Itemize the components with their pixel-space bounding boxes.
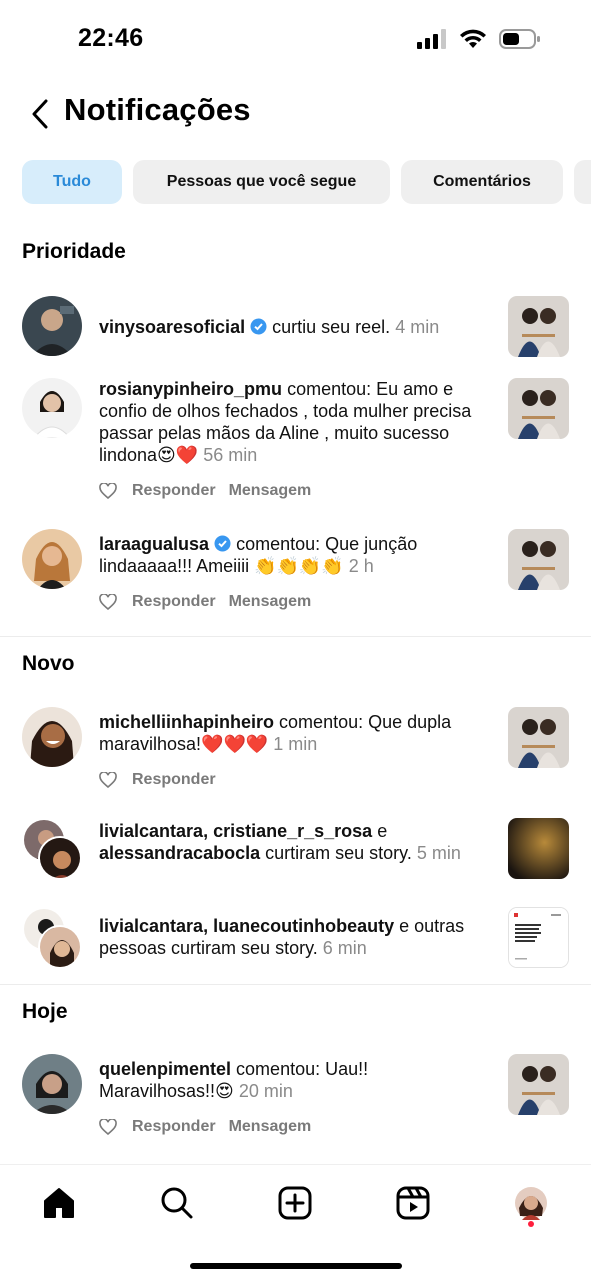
reply-button[interactable]: Responder — [132, 1118, 216, 1136]
avatar[interactable] — [38, 925, 82, 969]
wifi-icon — [460, 29, 486, 48]
battery-icon — [499, 29, 540, 49]
timestamp: 4 min — [395, 317, 440, 337]
post-thumbnail[interactable] — [508, 1054, 569, 1115]
status-time: 22:46 — [78, 24, 144, 52]
message-button[interactable]: Mensagem — [229, 482, 312, 500]
header: Notificações — [0, 86, 591, 142]
post-thumbnail[interactable] — [508, 707, 569, 768]
cellular-signal-icon — [417, 29, 446, 49]
timestamp: 2 h — [348, 556, 374, 576]
avatar[interactable] — [22, 296, 82, 356]
message-button[interactable]: Mensagem — [229, 593, 312, 611]
username[interactable]: cristiane_r_s_rosa — [213, 821, 372, 841]
heart-outline-icon — [99, 483, 117, 499]
heart-outline-icon — [99, 1119, 117, 1135]
notification-text: vinysoaresoficial curtiu seu reel. 4 min — [99, 316, 489, 338]
section-title-new: Novo — [22, 652, 75, 675]
nav-search[interactable] — [157, 1183, 197, 1223]
notification-text: livialcantara, cristiane_r_s_rosa e ales… — [99, 821, 461, 863]
profile-avatar — [515, 1187, 547, 1220]
notification-message: curtiu seu reel. — [272, 317, 391, 337]
username[interactable]: rosianypinheiro_pmu — [99, 379, 282, 399]
section-title-priority: Prioridade — [22, 240, 126, 263]
story-thumbnail[interactable] — [508, 818, 569, 879]
username[interactable]: quelenpimentel — [99, 1059, 231, 1079]
verified-badge-icon — [250, 318, 267, 335]
home-icon — [44, 1188, 74, 1218]
comment-actions: Responder Mensagem — [99, 592, 311, 612]
conjunction: e — [377, 821, 388, 841]
comment-actions: Responder — [99, 770, 216, 790]
avatar[interactable] — [22, 707, 82, 767]
timestamp: 56 min — [203, 445, 258, 465]
home-indicator[interactable] — [190, 1263, 402, 1269]
heart-outline-icon — [99, 594, 117, 610]
heart-outline-icon — [99, 772, 117, 788]
chip-following[interactable]: Pessoas que você segue — [133, 160, 390, 204]
username[interactable]: livialcantara — [99, 916, 203, 936]
create-plus-icon — [278, 1186, 312, 1220]
post-thumbnail[interactable] — [508, 529, 569, 590]
nav-reels[interactable] — [393, 1183, 433, 1223]
like-comment-button[interactable] — [99, 592, 119, 612]
notification-dot — [528, 1221, 534, 1227]
comment-actions: Responder Mensagem — [99, 481, 311, 501]
notification-text: michelliinhapinheiro comentou: Que dupla… — [99, 711, 489, 755]
page-title: Notificações — [64, 92, 251, 127]
chip-all[interactable]: Tudo — [22, 160, 122, 204]
search-icon — [161, 1187, 193, 1219]
notification-text: quelenpimentel comentou: Uau!! Maravilho… — [99, 1058, 489, 1102]
nav-home[interactable] — [39, 1183, 79, 1223]
status-bar: 22:46 — [0, 0, 591, 80]
notification-message: curtiram seu story. — [265, 843, 412, 863]
back-chevron-icon — [32, 99, 48, 129]
like-comment-button[interactable] — [99, 770, 119, 790]
timestamp: 5 min — [416, 843, 461, 863]
post-thumbnail[interactable] — [508, 378, 569, 439]
timestamp: 6 min — [322, 938, 367, 958]
reply-button[interactable]: Responder — [132, 593, 216, 611]
chip-comments[interactable]: Comentários — [401, 160, 563, 204]
comment-actions: Responder Mensagem — [99, 1117, 311, 1137]
avatar[interactable] — [22, 1054, 82, 1114]
section-divider — [0, 636, 591, 637]
message-button[interactable]: Mensagem — [229, 1118, 312, 1136]
username[interactable]: vinysoaresoficial — [99, 317, 245, 337]
verified-badge-icon — [214, 535, 231, 552]
username[interactable]: livialcantara — [99, 821, 203, 841]
post-thumbnail[interactable] — [508, 296, 569, 357]
notification-text: livialcantara, luanecoutinhobeauty e out… — [99, 916, 465, 958]
timestamp: 20 min — [238, 1081, 293, 1101]
avatar[interactable] — [22, 529, 82, 589]
notification-text: laraagualusa comentou: Que junção lindaa… — [99, 533, 489, 577]
back-button[interactable] — [22, 94, 58, 134]
reels-icon — [396, 1186, 430, 1220]
avatar[interactable] — [22, 378, 82, 438]
username[interactable]: alessandracabocla — [99, 843, 260, 863]
username[interactable]: luanecoutinhobeauty — [213, 916, 394, 936]
story-thumbnail[interactable] — [508, 907, 569, 968]
username[interactable]: michelliinhapinheiro — [99, 712, 274, 732]
nav-create[interactable] — [275, 1183, 315, 1223]
reply-button[interactable]: Responder — [132, 482, 216, 500]
status-icons — [417, 28, 541, 50]
chip-more[interactable] — [574, 160, 591, 204]
timestamp: 1 min — [273, 734, 318, 754]
avatar[interactable] — [38, 836, 82, 880]
section-title-today: Hoje — [22, 1000, 68, 1023]
like-comment-button[interactable] — [99, 481, 119, 501]
section-divider — [0, 984, 591, 985]
like-comment-button[interactable] — [99, 1117, 119, 1137]
nav-profile[interactable] — [511, 1183, 551, 1223]
filter-chips: Tudo Pessoas que você segue Comentários — [22, 160, 591, 204]
notification-text: rosianypinheiro_pmu comentou: Eu amo e c… — [99, 378, 489, 466]
reply-button[interactable]: Responder — [132, 771, 216, 789]
username[interactable]: laraagualusa — [99, 534, 209, 554]
